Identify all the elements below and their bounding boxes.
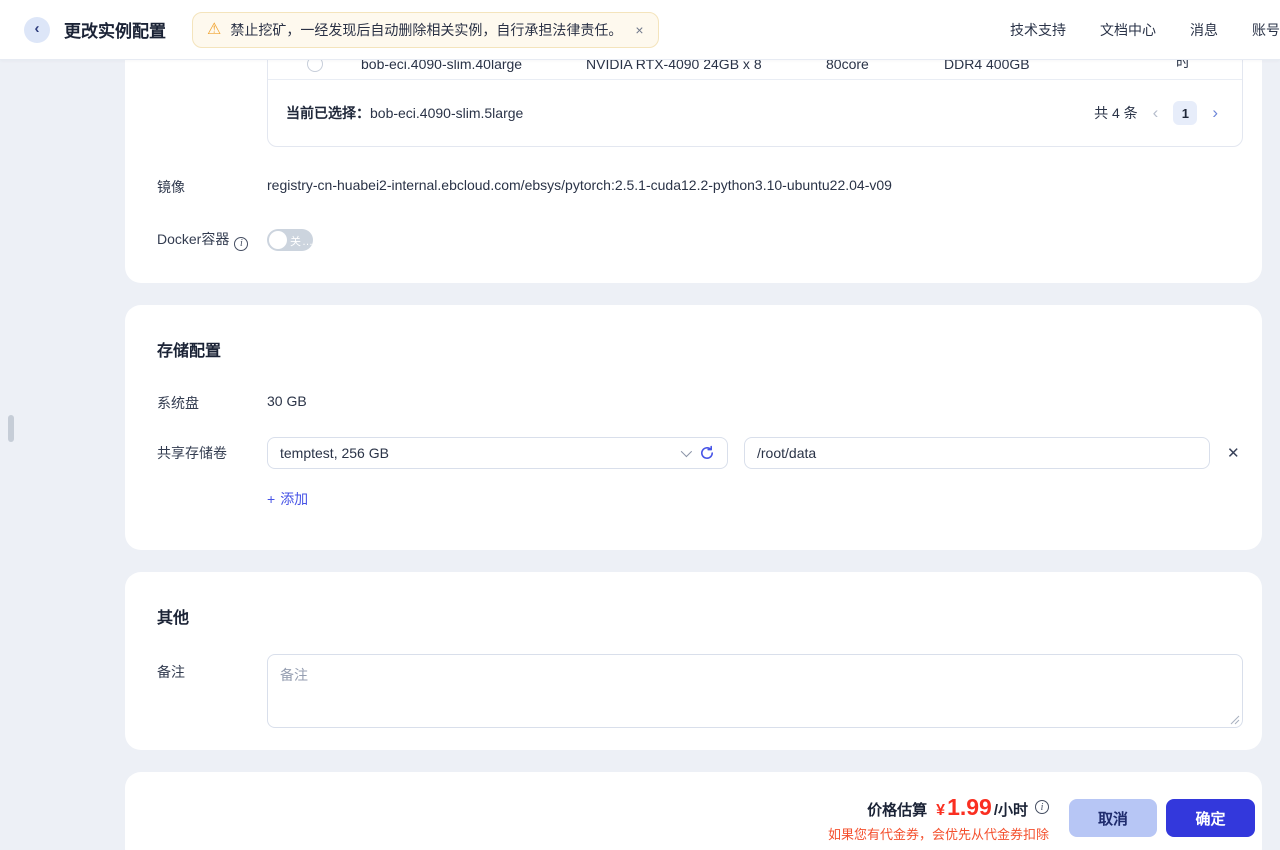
remark-row: 备注: [157, 654, 1243, 728]
image-row: 镜像 registry-cn-huabei2-internal.ebcloud.…: [157, 177, 1243, 197]
nav-doc-center[interactable]: 文档中心: [1100, 20, 1156, 40]
currency-symbol: ¥: [936, 801, 946, 819]
pagination-prev-icon[interactable]: ‹: [1153, 103, 1159, 123]
spec-table-footer: 当前已选择：bob-eci.4090-slim.5large 共 4 条 ‹ 1…: [268, 80, 1242, 146]
price-estimate-label: 价格估算: [867, 801, 928, 819]
spec-price-unit: /小时: [1176, 60, 1190, 70]
system-disk-value: 30 GB: [267, 393, 307, 409]
price-value: 1.99: [947, 793, 992, 820]
current-selection-label: 当前已选择：: [286, 105, 370, 121]
left-scrollbar-handle[interactable]: [8, 415, 14, 442]
coupon-note: 如果您有代金券，会优先从代金券扣除: [827, 826, 1049, 842]
current-selection: 当前已选择：bob-eci.4090-slim.5large: [286, 103, 523, 123]
docker-label-cell: Docker容器 i: [157, 229, 267, 251]
system-disk-label: 系统盘: [157, 395, 199, 411]
shared-volume-label: 共享存储卷: [157, 445, 227, 461]
toggle-knob: [269, 231, 287, 249]
image-value: registry-cn-huabei2-internal.ebcloud.com…: [267, 177, 892, 193]
docker-info-icon[interactable]: i: [234, 236, 249, 251]
storage-section-title: 存储配置: [157, 343, 222, 360]
remark-textarea-wrap: [267, 654, 1243, 728]
shared-volume-row: 共享存储卷 temptest, 256 GB ✕: [157, 437, 1243, 469]
toggle-off-label: 关…: [290, 236, 314, 248]
nav-account-balance[interactable]: 账号余: [1252, 20, 1280, 40]
back-chevron-icon: ‹: [34, 20, 40, 37]
spec-cpu: 80core: [826, 60, 869, 72]
other-section-title: 其他: [157, 610, 190, 627]
docker-label: Docker容器: [157, 231, 230, 248]
price-info-icon[interactable]: i: [1035, 800, 1049, 814]
mount-path-input[interactable]: [744, 437, 1210, 469]
image-label: 镜像: [157, 179, 185, 195]
cancel-button[interactable]: 取消: [1069, 799, 1157, 837]
docker-row: Docker容器 i 关…: [157, 229, 1243, 251]
instance-config-card: bob-eci.4090-slim.40large NVIDIA RTX-409…: [125, 60, 1262, 283]
page-title: 更改实例配置: [64, 22, 166, 41]
warning-text: 禁止挖矿，一经发现后自动删除相关实例，自行承担法律责任。: [230, 21, 623, 38]
nav-tech-support[interactable]: 技术支持: [1010, 20, 1066, 40]
top-header: ‹ 更改实例配置 ⚠ 禁止挖矿，一经发现后自动删除相关实例，自行承担法律责任。 …: [0, 0, 1280, 60]
spec-price-cell: ¥15.92/小时: [1126, 60, 1242, 72]
warning-close-icon[interactable]: ×: [635, 22, 643, 38]
spec-name: bob-eci.4090-slim.40large: [361, 60, 523, 72]
remark-textarea[interactable]: [267, 654, 1243, 728]
plus-icon: +: [267, 491, 276, 507]
refresh-icon[interactable]: [699, 445, 715, 461]
other-card: 其他 备注: [125, 572, 1262, 750]
top-nav: 技术支持 文档中心 消息 账号余: [1010, 0, 1280, 60]
confirm-button[interactable]: 确定: [1166, 799, 1255, 837]
chevron-down-icon: [680, 445, 693, 458]
price-estimate-block: 价格估算 ¥ 1.99 /小时 i 如果您有代金券，会优先从代金券扣除: [828, 794, 1049, 843]
pagination-total: 共 4 条: [1094, 105, 1138, 121]
pagination: 共 4 条 ‹ 1 ›: [1094, 101, 1218, 125]
price-unit: /小时: [993, 801, 1028, 819]
add-volume-button[interactable]: + 添加: [267, 489, 308, 509]
pagination-page-1[interactable]: 1: [1173, 101, 1198, 125]
spec-gpu: NVIDIA RTX-4090 24GB x 8: [586, 60, 762, 72]
remove-volume-icon[interactable]: ✕: [1227, 444, 1240, 462]
current-selection-value: bob-eci.4090-slim.5large: [370, 105, 524, 121]
table-row[interactable]: bob-eci.4090-slim.40large NVIDIA RTX-409…: [268, 60, 1242, 80]
mining-warning-banner: ⚠ 禁止挖矿，一经发现后自动删除相关实例，自行承担法律责任。 ×: [192, 11, 659, 48]
radio-unselected-icon[interactable]: [306, 60, 323, 72]
footer-action-bar: 价格估算 ¥ 1.99 /小时 i 如果您有代金券，会优先从代金券扣除 取消 确…: [125, 772, 1262, 850]
spec-radio-cell: [268, 60, 361, 72]
spec-memory: DDR4 400GB: [944, 60, 1030, 72]
change-instance-config-page: ‹ 更改实例配置 ⚠ 禁止挖矿，一经发现后自动删除相关实例，自行承担法律责任。 …: [0, 0, 1280, 850]
warning-triangle-icon: ⚠: [207, 20, 222, 38]
docker-toggle[interactable]: 关…: [267, 229, 313, 251]
back-button[interactable]: ‹: [24, 16, 50, 43]
storage-config-card: 存储配置 系统盘 30 GB 共享存储卷 temptest, 256 GB ✕: [125, 305, 1262, 550]
add-volume-label: 添加: [280, 491, 309, 507]
nav-messages[interactable]: 消息: [1190, 20, 1218, 40]
pagination-next-icon[interactable]: ›: [1212, 103, 1218, 123]
shared-volume-select[interactable]: temptest, 256 GB: [267, 437, 728, 469]
shared-volume-select-value: temptest, 256 GB: [280, 445, 389, 461]
price-line: 价格估算 ¥ 1.99 /小时 i: [828, 794, 1049, 821]
spec-table: bob-eci.4090-slim.40large NVIDIA RTX-409…: [267, 60, 1243, 147]
remark-label: 备注: [157, 664, 185, 680]
system-disk-row: 系统盘 30 GB: [157, 393, 1243, 413]
